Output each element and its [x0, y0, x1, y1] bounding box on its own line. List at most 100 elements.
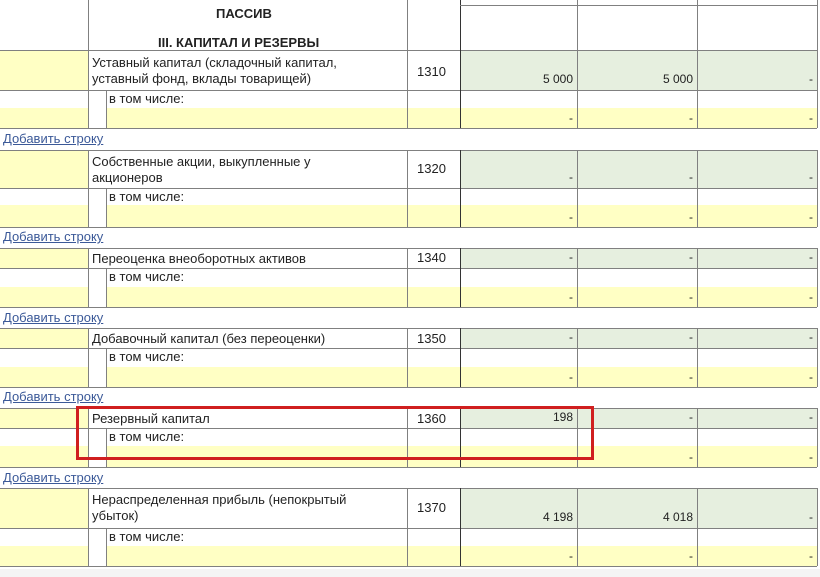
value-border-line: [460, 248, 461, 307]
column-line: [697, 488, 698, 566]
row-left-cell: [0, 150, 88, 188]
row-divider-line: [0, 268, 817, 269]
value-cell[interactable]: -: [577, 150, 697, 188]
subrow-value-cell[interactable]: -: [697, 108, 817, 128]
subrow-value-text: -: [569, 111, 573, 125]
subrow-label-cell: [106, 108, 407, 128]
subrow-value-text: -: [809, 210, 813, 224]
subrow-value-cell[interactable]: -: [577, 546, 697, 566]
subrow-value-text: -: [689, 290, 693, 304]
value-cell[interactable]: 5 000: [460, 50, 577, 90]
indent-line: [106, 348, 107, 387]
subrow-label-cell: [106, 205, 407, 227]
value-text: -: [689, 170, 693, 184]
subrow-value-cell[interactable]: -: [460, 546, 577, 566]
add-row-link[interactable]: Добавить строку: [3, 310, 103, 325]
add-row-link[interactable]: Добавить строку: [3, 131, 103, 146]
value-cell[interactable]: 5 000: [577, 50, 697, 90]
value-cell[interactable]: -: [460, 328, 577, 348]
column-line: [88, 488, 89, 566]
subrow-label-cell: [106, 546, 407, 566]
column-line: [577, 248, 578, 307]
row-label: Собственные акции, выкупленные у: [92, 154, 311, 169]
column-line: [88, 50, 89, 128]
value-cell[interactable]: -: [460, 150, 577, 188]
subrow-value-text: -: [569, 210, 573, 224]
value-text: -: [689, 250, 693, 264]
add-row-link[interactable]: Добавить строку: [3, 470, 103, 485]
section-title: ПАССИВ: [216, 6, 272, 21]
value-cell[interactable]: -: [577, 328, 697, 348]
subrow-value-text: -: [689, 549, 693, 563]
value-text: -: [569, 170, 573, 184]
subrow-value-cell[interactable]: -: [460, 287, 577, 307]
add-row-link[interactable]: Добавить строку: [3, 229, 103, 244]
value-border-line: [460, 50, 461, 128]
column-line: [817, 150, 818, 227]
header-column-line: [697, 0, 698, 50]
value-text: -: [809, 330, 813, 344]
add-row-link[interactable]: Добавить строку: [3, 389, 103, 404]
subrow-value-text: -: [689, 111, 693, 125]
value-cell[interactable]: -: [697, 50, 817, 90]
subrow-value-cell[interactable]: -: [577, 446, 697, 467]
value-text: 4 198: [542, 510, 573, 524]
column-line: [817, 328, 818, 387]
row-label: Добавочный капитал (без переоценки): [92, 331, 326, 346]
subrow-label: в том числе:: [109, 269, 185, 284]
subrow-value-cell[interactable]: -: [697, 205, 817, 227]
subrow-value-cell[interactable]: -: [577, 108, 697, 128]
row-label: убыток): [92, 508, 139, 523]
value-cell[interactable]: -: [460, 248, 577, 268]
column-line: [577, 150, 578, 227]
value-cell[interactable]: -: [577, 408, 697, 428]
subrow-left-cell: [0, 546, 88, 566]
subrow-code-cell: [407, 205, 460, 227]
value-cell[interactable]: -: [697, 150, 817, 188]
subrow-label: в том числе:: [109, 529, 185, 544]
subrow-value-cell[interactable]: -: [697, 546, 817, 566]
column-line: [577, 488, 578, 566]
indent-line: [106, 268, 107, 307]
column-line: [697, 150, 698, 227]
row-label: Нераспределенная прибыль (непокрытый: [92, 492, 347, 507]
header-column-line: [577, 0, 578, 50]
subrow-value-cell[interactable]: -: [577, 287, 697, 307]
value-text: -: [569, 250, 573, 264]
subrow-value-cell[interactable]: -: [460, 205, 577, 227]
subrow-value-text: -: [689, 450, 693, 464]
value-cell[interactable]: -: [697, 328, 817, 348]
subrow-left-cell: [0, 367, 88, 387]
row-label: Переоценка внеоборотных активов: [92, 251, 306, 266]
value-border-line: [460, 0, 461, 50]
subrow-value-cell[interactable]: -: [577, 205, 697, 227]
row-left-cell: [0, 50, 88, 90]
subrow-left-cell: [0, 108, 88, 128]
value-text: 4 018: [662, 510, 693, 524]
subrow-label: в том числе:: [109, 189, 185, 204]
row-top-line: [0, 150, 817, 151]
column-line: [407, 248, 408, 307]
value-cell[interactable]: -: [697, 408, 817, 428]
value-cell[interactable]: -: [577, 248, 697, 268]
value-cell[interactable]: -: [697, 488, 817, 528]
subrow-code-cell: [407, 546, 460, 566]
subrow-value-cell[interactable]: -: [697, 446, 817, 467]
subrow-value-cell[interactable]: -: [697, 367, 817, 387]
subrow-value-cell[interactable]: -: [460, 108, 577, 128]
value-cell[interactable]: 4 018: [577, 488, 697, 528]
subrow-value-cell[interactable]: -: [577, 367, 697, 387]
value-text: -: [809, 510, 813, 524]
row-label: уставный фонд, вклады товарищей): [92, 71, 312, 86]
subrow-value-cell[interactable]: -: [697, 287, 817, 307]
column-line: [817, 248, 818, 307]
value-cell[interactable]: 4 198: [460, 488, 577, 528]
subrow-value-text: -: [809, 370, 813, 384]
column-line: [88, 328, 89, 387]
header-bottom-line: [88, 50, 460, 51]
value-border-line: [460, 150, 461, 227]
subrow-value-cell[interactable]: -: [460, 367, 577, 387]
value-cell[interactable]: -: [697, 248, 817, 268]
column-line: [817, 488, 818, 566]
value-border-line: [460, 488, 461, 566]
